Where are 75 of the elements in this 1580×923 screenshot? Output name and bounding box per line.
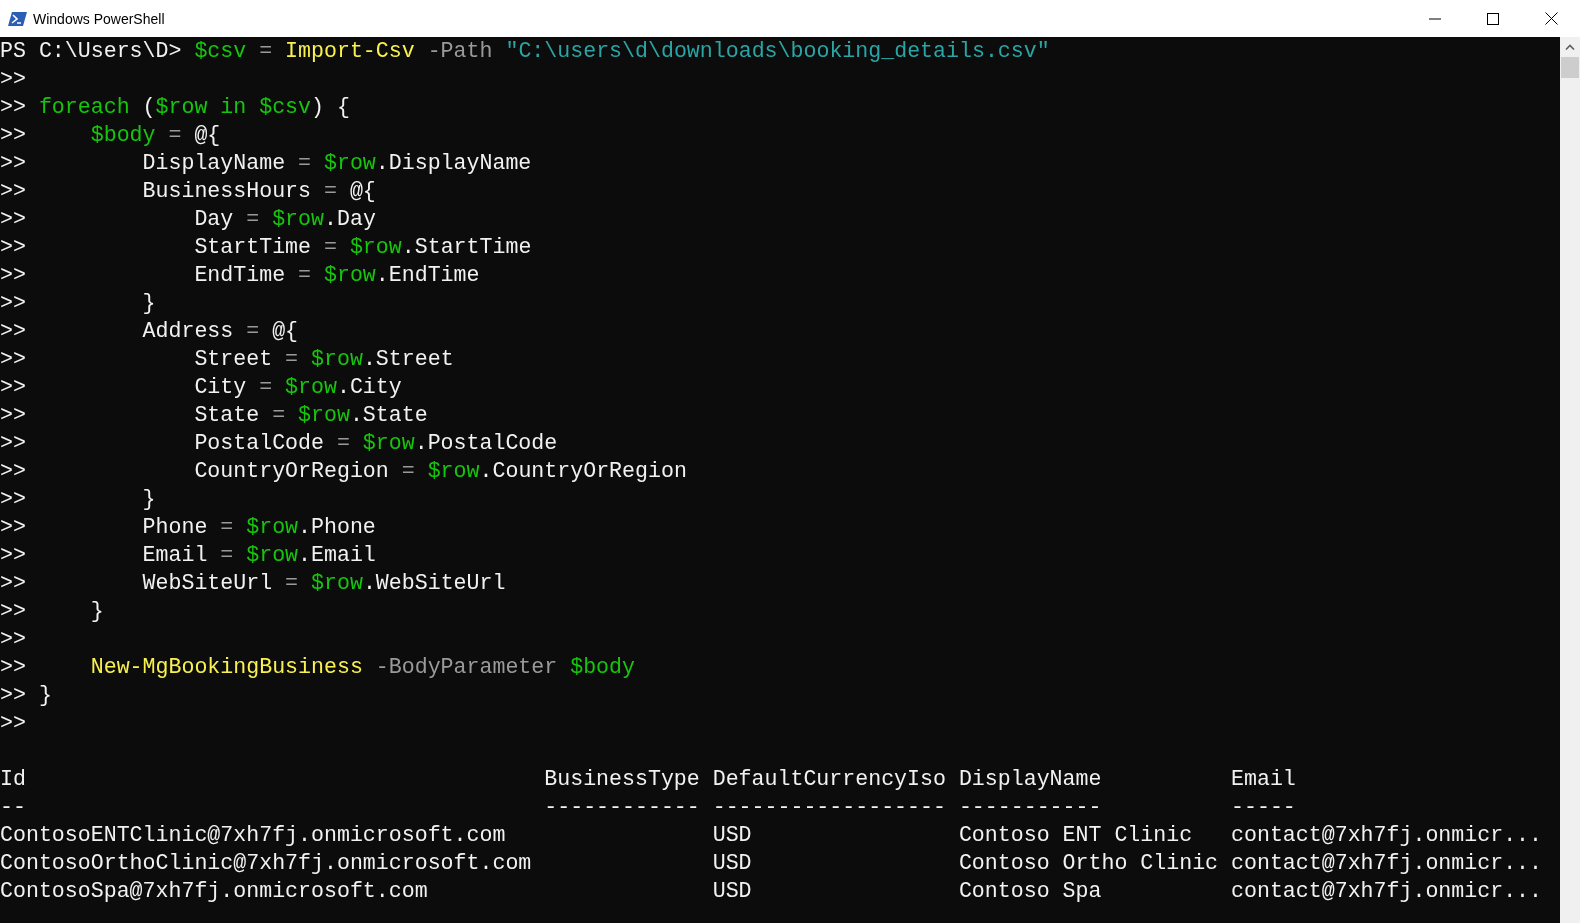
prompt: >> (0, 402, 26, 429)
prompt: >> (0, 94, 26, 121)
prompt: >> (0, 514, 26, 541)
prompt: >> (0, 374, 26, 401)
prompt: >> (0, 318, 26, 345)
code-line: CountryOrRegion = $row.CountryOrRegion (193, 458, 687, 485)
code-line: BusinessHours = @{ (141, 178, 376, 205)
table-cell-text: USD (712, 822, 753, 849)
code-line: Phone = $row.Phone (141, 514, 376, 541)
table-cell-text: contact@7xh7fj.onmicr... (1231, 822, 1544, 849)
code-line: } (38, 682, 52, 709)
prompt: >> (0, 598, 26, 625)
column-header: DisplayName (958, 766, 1103, 793)
table-cell-text: Contoso ENT Clinic (958, 822, 1194, 849)
column-header: DefaultCurrencyIso (712, 766, 947, 793)
prompt: >> (0, 682, 26, 709)
code-line: } (89, 598, 104, 625)
header-underline: ----------- (958, 794, 1103, 821)
table-cell-text: ContosoOrthoClinic@7xh7fj.onmicrosoft.com (0, 850, 533, 877)
code-line: DisplayName = $row.DisplayName (141, 150, 532, 177)
code-line: Day = $row.Day (193, 206, 376, 233)
prompt: >> (0, 346, 26, 373)
code-line: } (141, 290, 156, 317)
table-cell-text: Contoso Spa (958, 878, 1103, 905)
prompt: >> (0, 626, 26, 653)
code-line: } (141, 486, 156, 513)
code-line: PostalCode = $row.PostalCode (193, 430, 558, 457)
prompt: >> (0, 710, 26, 737)
prompt: >> (0, 654, 26, 681)
table-cell-text: Contoso Ortho Clinic (958, 850, 1220, 877)
prompt: >> (0, 458, 26, 485)
prompt: >> (0, 66, 26, 93)
prompt: >> (0, 486, 26, 513)
column-header: BusinessType (544, 766, 701, 793)
scrollbar-thumb[interactable] (1561, 57, 1579, 78)
code-line: State = $row.State (193, 402, 428, 429)
code-line: City = $row.City (193, 374, 402, 401)
prompt: >> (0, 430, 26, 457)
code-line: foreach ($row in $csv) { (38, 94, 350, 121)
prompt: >> (0, 542, 26, 569)
close-icon (1544, 12, 1558, 25)
table-cell-text: ContosoENTClinic@7xh7fj.onmicrosoft.com (0, 822, 507, 849)
minimize-icon (1429, 17, 1441, 20)
prompt: >> (0, 206, 26, 233)
code-line: Address = @{ (141, 318, 299, 345)
code-line: $csv = Import-Csv -Path "C:\users\d\downloads\booking_details.csv" (194, 38, 1050, 65)
powershell-app-icon (8, 10, 27, 27)
header-underline: ------------------ (712, 794, 947, 821)
column-header: Id (0, 766, 27, 793)
table-cell-text: contact@7xh7fj.onmicr... (1231, 850, 1544, 877)
table-cell-text: ContosoSpa@7xh7fj.onmicrosoft.com (0, 878, 429, 905)
code-line: StartTime = $row.StartTime (193, 234, 532, 261)
prompt: PS C:\Users\D> (0, 38, 182, 65)
window-title: Windows PowerShell (33, 10, 166, 27)
prompt: >> (0, 290, 26, 317)
header-underline: -- (0, 794, 27, 821)
code-line: Email = $row.Email (141, 542, 376, 569)
code-line: WebSiteUrl = $row.WebSiteUrl (141, 570, 506, 597)
code-line: $body = @{ (89, 122, 221, 149)
prompt: >> (0, 234, 26, 261)
prompt: >> (0, 122, 26, 149)
header-underline: ----- (1231, 794, 1297, 821)
table-cell-text: USD (712, 850, 753, 877)
header-underline: ------------ (544, 794, 701, 821)
maximize-icon (1487, 12, 1499, 25)
code-line: New-MgBookingBusiness -BodyParameter $body (89, 654, 635, 681)
prompt: >> (0, 262, 26, 289)
prompt: >> (0, 570, 26, 597)
prompt: >> (0, 150, 26, 177)
table-cell-text: USD (712, 878, 753, 905)
table-cell-text: contact@7xh7fj.onmicr... (1231, 878, 1544, 905)
code-line: Street = $row.Street (193, 346, 454, 373)
column-header: Email (1231, 766, 1297, 793)
prompt: >> (0, 178, 26, 205)
code-line: EndTime = $row.EndTime (193, 262, 480, 289)
